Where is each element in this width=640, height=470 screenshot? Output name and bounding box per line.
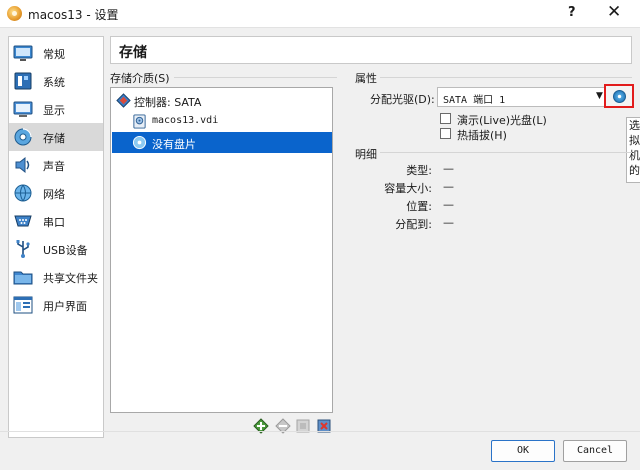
- sidebar-item-audio[interactable]: 声音: [9, 151, 103, 179]
- optical-drive-select[interactable]: SATA 端口 1 ▼: [437, 87, 607, 107]
- tooltip-text: 拟: [629, 134, 640, 147]
- network-icon: [14, 184, 32, 202]
- tree-item-controller[interactable]: 控制器: SATA: [112, 90, 332, 111]
- checkbox-box[interactable]: [440, 128, 451, 139]
- sidebar-item-label: 显示: [43, 104, 65, 117]
- audio-icon: [15, 156, 30, 174]
- tree-item-label: 控制器: SATA: [134, 96, 202, 109]
- hotplug-label: 热插拔(H): [457, 129, 507, 142]
- cancel-button[interactable]: Cancel: [563, 440, 627, 462]
- detail-value: —: [443, 180, 454, 193]
- sidebar-item-serial-port[interactable]: 串口: [9, 207, 103, 235]
- attributes-section-label: 属性: [355, 72, 377, 85]
- shared-folder-icon: [13, 271, 33, 285]
- detail-key: 容量大小:: [384, 182, 432, 195]
- ok-button[interactable]: OK: [491, 440, 555, 462]
- sidebar-item-display[interactable]: 显示: [9, 95, 103, 123]
- sidebar-item-user-interface[interactable]: 用户界面: [9, 291, 103, 319]
- detail-row-type: 类型: —: [350, 162, 530, 177]
- chevron-down-icon: ▼: [596, 91, 603, 101]
- tree-item-hard-disk[interactable]: macos13.vdi: [112, 111, 332, 132]
- settings-sidebar: 常规 系统 显示 存储 声音 网络 串口 USB设备 共享文件夹 用户界面: [8, 36, 104, 438]
- detail-key: 类型:: [406, 164, 432, 177]
- detail-row-size: 容量大小: —: [350, 180, 530, 195]
- details-section-label: 明细: [355, 148, 377, 161]
- help-button[interactable]: ?: [568, 5, 576, 20]
- sidebar-item-storage[interactable]: 存储: [9, 123, 103, 151]
- storage-tree-label: 存储介质(S): [110, 72, 170, 85]
- sidebar-item-network[interactable]: 网络: [9, 179, 103, 207]
- user-interface-icon: [13, 296, 33, 314]
- sidebar-item-general[interactable]: 常规: [9, 39, 103, 67]
- storage-tree[interactable]: 控制器: SATA macos13.vdi 没有盘片: [110, 87, 333, 413]
- sidebar-item-label: 用户界面: [43, 300, 87, 313]
- sidebar-item-label: 系统: [43, 76, 65, 89]
- tree-item-label: 没有盘片: [152, 138, 196, 151]
- sidebar-item-label: 网络: [43, 188, 65, 201]
- section-divider: [380, 152, 632, 153]
- window-title: macos13 - 设置: [28, 8, 119, 22]
- display-icon: [13, 101, 33, 117]
- sidebar-item-label: 存储: [43, 132, 65, 145]
- close-button[interactable]: ✕: [607, 2, 621, 22]
- optical-drive-value: SATA 端口 1: [443, 95, 506, 106]
- tree-item-label: macos13.vdi: [152, 115, 219, 126]
- choose-disk-button[interactable]: [604, 84, 634, 108]
- serial-port-icon: [14, 215, 32, 227]
- controller-icon: [116, 93, 131, 108]
- sidebar-item-label: USB设备: [43, 244, 88, 257]
- detail-value: —: [443, 198, 454, 211]
- optical-disc-icon: [613, 90, 626, 103]
- sidebar-item-label: 声音: [43, 160, 65, 173]
- section-divider: [380, 77, 632, 78]
- tree-item-optical-drive[interactable]: 没有盘片: [112, 132, 332, 153]
- detail-key: 分配到:: [395, 218, 432, 231]
- page-title: 存储: [119, 45, 147, 61]
- tooltip-text: 选: [629, 119, 640, 132]
- detail-row-location: 位置: —: [350, 198, 530, 213]
- tooltip-text: 的: [629, 164, 640, 177]
- optical-disc-icon: [132, 135, 147, 150]
- page-header: 存储: [110, 36, 632, 64]
- sidebar-item-usb[interactable]: USB设备: [9, 235, 103, 263]
- live-cd-label: 演示(Live)光盘(L): [457, 114, 547, 127]
- live-cd-checkbox[interactable]: 演示(Live)光盘(L): [440, 112, 620, 127]
- detail-key: 位置:: [406, 200, 432, 213]
- detail-value: —: [443, 216, 454, 229]
- sidebar-item-shared-folders[interactable]: 共享文件夹: [9, 263, 103, 291]
- tooltip: 选 拟 机 的: [626, 117, 640, 183]
- system-icon: [14, 72, 32, 90]
- sidebar-item-label: 串口: [43, 216, 65, 229]
- title-bar: macos13 - 设置 ? ✕: [0, 0, 640, 28]
- detail-value: —: [443, 162, 454, 175]
- usb-icon: [16, 240, 30, 258]
- sidebar-item-label: 常规: [43, 48, 65, 61]
- section-divider: [174, 77, 337, 78]
- sidebar-item-label: 共享文件夹: [43, 272, 98, 285]
- checkbox-box[interactable]: [440, 113, 451, 124]
- hotplug-checkbox[interactable]: 热插拔(H): [440, 127, 620, 142]
- virtualbox-app-icon: [7, 6, 22, 21]
- general-icon: [13, 45, 33, 61]
- optical-drive-label: 分配光驱(D):: [370, 93, 435, 106]
- storage-icon: [14, 128, 32, 146]
- hard-disk-icon: [133, 114, 146, 129]
- sidebar-item-system[interactable]: 系统: [9, 67, 103, 95]
- tooltip-text: 机: [629, 149, 640, 162]
- detail-row-attached-to: 分配到: —: [350, 216, 530, 231]
- footer-divider: [0, 431, 640, 432]
